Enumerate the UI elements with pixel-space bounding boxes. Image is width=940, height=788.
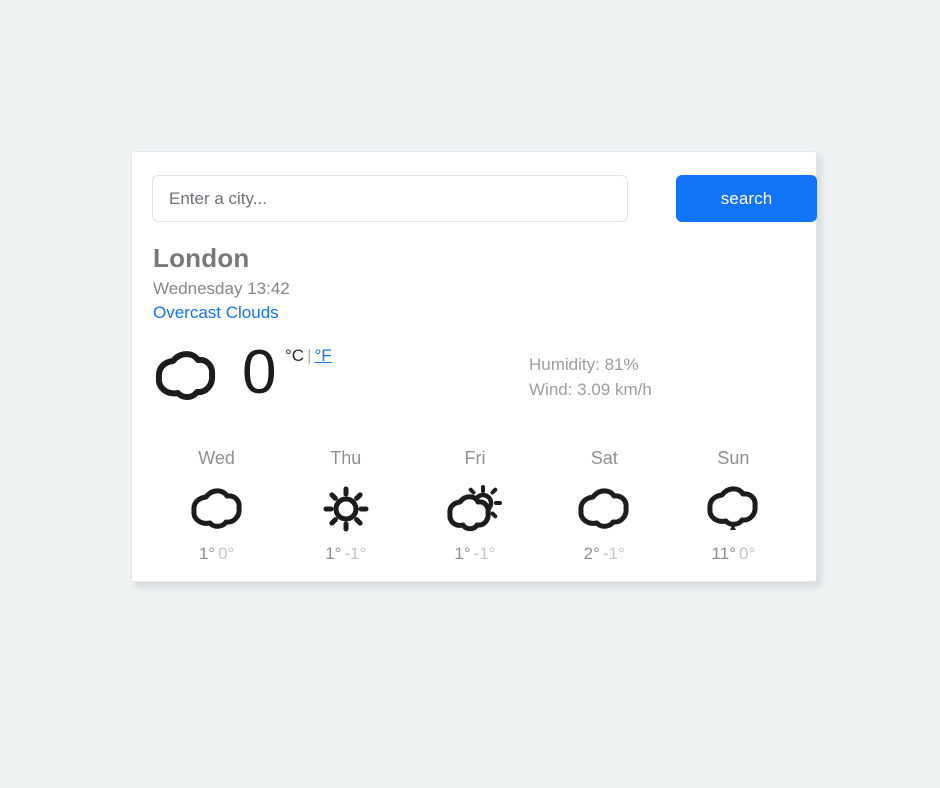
forecast-day-wed: Wed 1° 0°	[152, 448, 281, 564]
forecast-day-label: Thu	[330, 448, 362, 468]
search-row: search	[152, 175, 817, 222]
location-block: London Wednesday 13:42 Overcast Clouds	[153, 243, 290, 323]
search-input[interactable]	[152, 175, 628, 222]
unit-celsius[interactable]: °C	[285, 346, 304, 365]
forecast-day-label: Sun	[717, 448, 750, 468]
forecast-day-temps: 11° 0°	[669, 543, 798, 564]
forecast-day-temps: 1° 0°	[152, 543, 281, 564]
unit-toggle: °C | °F	[285, 346, 332, 366]
sun-behind-cloud-icon	[447, 484, 503, 533]
cloud-icon	[153, 346, 219, 408]
unit-separator: |	[307, 346, 312, 365]
forecast-day-fri: Fri 1° -1°	[410, 448, 539, 564]
cloud-icon	[189, 485, 245, 533]
forecast-day-thu: Thu 1° -1°	[281, 448, 410, 564]
sun-icon	[318, 485, 374, 533]
date-time: Wednesday 13:42	[153, 279, 290, 299]
forecast-low: -1°	[602, 543, 625, 563]
forecast-low: 0°	[218, 543, 235, 563]
wind-value: Wind: 3.09 km/h	[529, 379, 652, 399]
search-button[interactable]: search	[676, 175, 817, 222]
forecast-day-sat: Sat 2° -1°	[540, 448, 669, 564]
forecast-high: 1°	[454, 543, 471, 563]
forecast-low: 0°	[739, 543, 756, 563]
condition-description[interactable]: Overcast Clouds	[153, 303, 290, 323]
weather-card: search London Wednesday 13:42 Overcast C…	[131, 151, 817, 582]
forecast-row: Wed 1° 0° Thu 1° -1° Fri 1° -1° Sat 2° -…	[152, 448, 798, 564]
forecast-low: -1°	[344, 543, 367, 563]
city-name: London	[153, 243, 250, 273]
forecast-high: 1°	[198, 543, 216, 563]
forecast-day-temps: 1° -1°	[410, 543, 539, 564]
forecast-day-label: Sat	[590, 448, 618, 468]
forecast-high: 1°	[325, 543, 342, 563]
forecast-day-temps: 1° -1°	[281, 543, 410, 564]
forecast-day-sun: Sun 11° 0°	[669, 448, 798, 564]
current-conditions: 0 °C | °F Humidity: 81% Wind: 3.09 km/h	[153, 342, 798, 412]
unit-fahrenheit[interactable]: °F	[315, 346, 332, 365]
metrics-block: Humidity: 81% Wind: 3.09 km/h	[529, 353, 652, 402]
forecast-day-temps: 2° -1°	[540, 543, 669, 564]
forecast-high: 2°	[583, 543, 600, 563]
forecast-day-label: Fri	[464, 448, 486, 468]
forecast-high: 11°	[711, 543, 736, 563]
humidity-value: Humidity: 81%	[529, 355, 639, 374]
forecast-day-label: Wed	[198, 448, 235, 468]
cloud-drizzle-icon	[705, 485, 761, 533]
current-temperature: 0	[242, 338, 277, 407]
cloud-icon	[576, 485, 632, 533]
forecast-low: -1°	[473, 543, 496, 563]
